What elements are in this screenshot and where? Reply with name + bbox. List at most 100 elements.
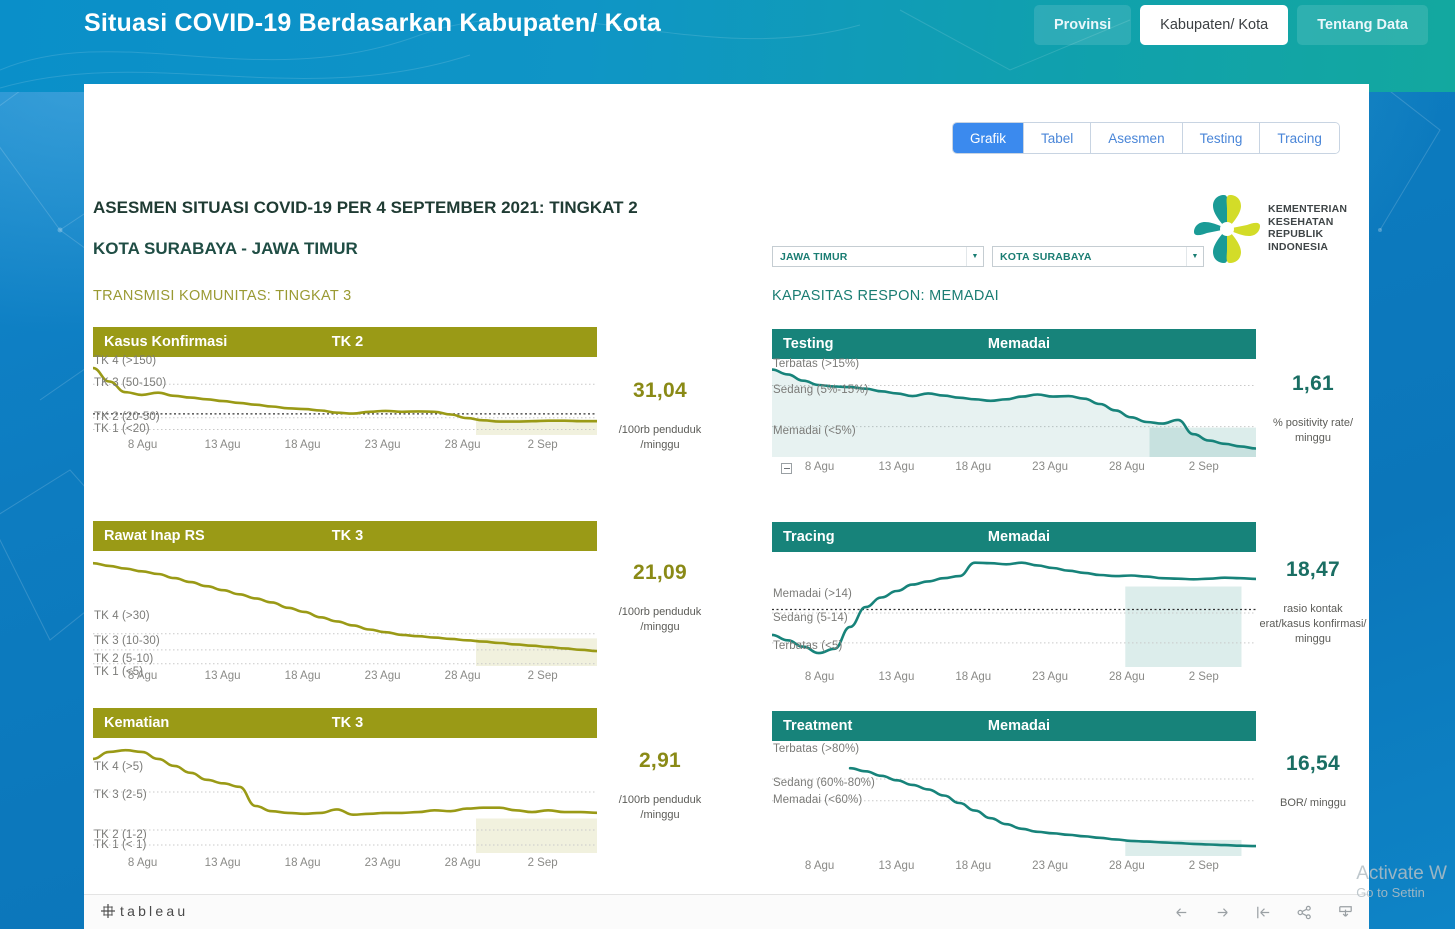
- chart-unit-testing: % positivity rate/ minggu: [1272, 417, 1354, 444]
- chart-block-kasus-konfirmasi: Kasus Konfirmasi TK 2 TK 4 (>150) TK 3 (50-…: [93, 327, 597, 458]
- chart-block-treatment: Treatment Memadai Terbatas (>80%) Sedang (6…: [772, 711, 1256, 879]
- chart-x-tick-label: 13 Agu: [878, 671, 915, 683]
- chart-x-tick-label: 18 Agu: [284, 670, 321, 682]
- chart-value-treatment: 16,54: [1285, 752, 1341, 775]
- chart-y-band-label: TK 2 (20-50): [94, 410, 160, 423]
- chart-level-treatment: Memadai: [987, 718, 1050, 734]
- tab-tabel[interactable]: Tabel: [1024, 123, 1092, 153]
- nav-button-tentang-data[interactable]: Tentang Data: [1297, 5, 1428, 45]
- chart-y-band-label: Terbatas (>80%): [773, 743, 860, 756]
- chart-y-band-label: TK 4 (>150): [94, 355, 157, 368]
- chart-value-testing: 1,61: [1291, 372, 1335, 395]
- chart-x-tick-label: 23 Agu: [1032, 860, 1069, 872]
- chart-x-tick-label: 2 Sep: [1188, 461, 1219, 473]
- chart-plot-tracing[interactable]: Memadai (>14) Sedang (5-14) Terbatas (<5): [772, 552, 1256, 667]
- chart-level-kasus-konfirmasi: TK 2: [331, 334, 364, 350]
- chart-x-tick-label: 18 Agu: [284, 857, 321, 869]
- chart-title-tracing: Tracing: [783, 529, 835, 545]
- collapse-axis-icon[interactable]: [781, 463, 792, 474]
- chart-plot-kematian[interactable]: TK 4 (>5) TK 3 (2-5) TK 2 (1-2) TK 1 (< 1): [93, 738, 597, 853]
- tab-testing[interactable]: Testing: [1182, 123, 1261, 153]
- chart-svg-tracing: [772, 552, 1256, 667]
- chart-readout-testing: 1,61 % positivity rate/ minggu: [1259, 372, 1367, 446]
- tableau-wordmark: tableau: [120, 903, 189, 919]
- chart-x-axis-kematian: 8 Agu 13 Agu 18 Agu 23 Agu 28 Agu 2 Sep: [93, 854, 597, 876]
- province-dropdown[interactable]: JAWA TIMUR ▼: [772, 246, 984, 267]
- chart-x-tick-label: 2 Sep: [527, 857, 558, 869]
- download-icon[interactable]: [1336, 903, 1355, 922]
- chart-y-band-label: TK 4 (>30): [94, 609, 150, 622]
- chart-title-testing: Testing: [783, 336, 834, 352]
- chart-readout-kasus-konfirmasi: 31,04/100rb penduduk /minggu: [604, 379, 716, 453]
- chart-value-kasus-konfirmasi: 31,04: [632, 379, 688, 402]
- chart-y-band-label: TK 1 (< 1): [94, 839, 147, 852]
- nav-button-kabupaten-kota[interactable]: Kabupaten/ Kota: [1140, 5, 1289, 45]
- chart-block-rawat-inap-rs: Rawat Inap RS TK 3 TK 4 (>30) TK 3 (10-30) T…: [93, 521, 597, 689]
- chart-x-tick-label: 23 Agu: [364, 857, 401, 869]
- chart-x-tick-label: 13 Agu: [878, 461, 915, 473]
- chart-x-tick-label: 18 Agu: [955, 860, 992, 872]
- city-dropdown[interactable]: KOTA SURABAYA ▼: [992, 246, 1204, 267]
- chart-x-tick-label: 23 Agu: [364, 439, 401, 451]
- revert-icon[interactable]: [1254, 903, 1273, 922]
- chart-x-tick-label: 18 Agu: [284, 439, 321, 451]
- nav-button-provinsi[interactable]: Provinsi: [1033, 5, 1132, 45]
- assessment-title: ASESMEN SITUASI COVID-19 PER 4 SEPTEMBER…: [93, 198, 638, 217]
- assessment-subtitle: KOTA SURABAYA - JAWA TIMUR: [93, 239, 358, 258]
- tableau-logo[interactable]: tableau: [100, 903, 188, 919]
- forward-arrow-icon[interactable]: [1213, 903, 1232, 922]
- chart-x-tick-label: 8 Agu: [127, 670, 158, 682]
- chart-x-axis-kasus-konfirmasi: 8 Agu 13 Agu 18 Agu 23 Agu 28 Agu 2 Sep: [93, 436, 597, 458]
- chart-plot-treatment[interactable]: Terbatas (>80%) Sedang (60%-80%) Memadai (…: [772, 741, 1256, 856]
- chart-title-rawat-inap-rs: Rawat Inap RS: [104, 528, 205, 544]
- chart-y-band-label: TK 3 (50-150): [94, 377, 167, 390]
- chart-y-band-label: Terbatas (>15%): [773, 357, 860, 370]
- chart-level-tracing: Memadai: [987, 529, 1050, 545]
- tab-asesmen[interactable]: Asesmen: [1091, 123, 1183, 153]
- chart-x-tick-label: 23 Agu: [364, 670, 401, 682]
- view-tabs: Grafik Tabel Asesmen Testing Tracing: [952, 122, 1340, 154]
- chart-x-axis-rawat-inap-rs: 8 Agu 13 Agu 18 Agu 23 Agu 28 Agu 2 Sep: [93, 667, 597, 689]
- ministry-logo-line-4: INDONESIA: [1268, 240, 1329, 253]
- bottom-toolbar: tableau: [84, 894, 1369, 929]
- chart-y-band-label: Sedang (5-14): [773, 611, 848, 624]
- chart-readout-tracing: 18,47 rasio kontak erat/kasus konfirmasi/…: [1259, 558, 1367, 647]
- chart-block-kematian: Kematian TK 3 TK 4 (>5) TK 3 (2-5) TK 2 (1-2…: [93, 708, 597, 876]
- chart-x-tick-label: 18 Agu: [955, 671, 992, 683]
- chart-plot-kasus-konfirmasi[interactable]: TK 4 (>150) TK 3 (50-150) TK 2 (20-50) TK 1…: [93, 355, 597, 435]
- chart-x-tick-label: 8 Agu: [804, 860, 835, 872]
- chart-unit-kematian: /100rb penduduk /minggu: [618, 794, 702, 821]
- dashboard-card: Grafik Tabel Asesmen Testing Tracing ASE…: [84, 84, 1369, 929]
- chart-block-testing: Testing Memadai Terbatas (>15%) Sedang (5%-…: [772, 329, 1256, 480]
- chart-svg-kematian: [93, 738, 597, 853]
- chart-value-rawat-inap-rs: 21,09: [632, 561, 688, 584]
- chart-x-tick-label: 28 Agu: [444, 670, 481, 682]
- chart-y-band-label: TK 4 (>5): [94, 760, 144, 773]
- chart-y-band-label: TK 3 (2-5): [94, 788, 147, 801]
- page-title: Situasi COVID-19 Berdasarkan Kabupaten/ …: [84, 9, 662, 37]
- share-icon[interactable]: [1295, 903, 1314, 922]
- chart-plot-rawat-inap-rs[interactable]: TK 4 (>30) TK 3 (10-30) TK 2 (5-10) TK 1 (<…: [93, 551, 597, 678]
- tableau-mark-icon: [101, 904, 115, 918]
- tab-tracing[interactable]: Tracing: [1260, 123, 1339, 153]
- chart-y-band-label: Sedang (5%-15%): [773, 384, 869, 397]
- chart-x-tick-label: 13 Agu: [204, 670, 241, 682]
- ministry-logo-line-2: KESEHATAN: [1268, 215, 1334, 228]
- tab-grafik[interactable]: Grafik: [953, 123, 1025, 153]
- province-dropdown-value: JAWA TIMUR: [780, 250, 848, 263]
- chart-level-testing: Memadai: [987, 336, 1050, 352]
- chart-svg-rawat-inap-rs: [93, 551, 597, 666]
- chart-svg-testing: [772, 359, 1256, 457]
- chart-x-tick-label: 2 Sep: [527, 670, 558, 682]
- chart-y-band-label: Sedang (60%-80%): [773, 776, 875, 789]
- chart-y-band-label: Memadai (<5%): [773, 424, 856, 437]
- chart-readout-rawat-inap-rs: 21,09/100rb penduduk /minggu: [604, 561, 716, 635]
- left-column-heading: TRANSMISI KOMUNITAS: TINGKAT 3: [93, 288, 352, 304]
- back-arrow-icon[interactable]: [1172, 903, 1191, 922]
- ministry-logo: KEMENTERIAN KESEHATAN REPUBLIK INDONESIA: [1194, 194, 1364, 266]
- chart-x-tick-label: 8 Agu: [127, 439, 158, 451]
- chart-x-tick-label: 2 Sep: [1188, 860, 1219, 872]
- toolbar-icons: [1172, 895, 1355, 929]
- chart-block-tracing: Tracing Memadai Memadai (>14) Sedang (5-14)…: [772, 522, 1256, 690]
- chart-plot-testing[interactable]: Terbatas (>15%) Sedang (5%-15%) Memadai (<…: [772, 357, 1256, 457]
